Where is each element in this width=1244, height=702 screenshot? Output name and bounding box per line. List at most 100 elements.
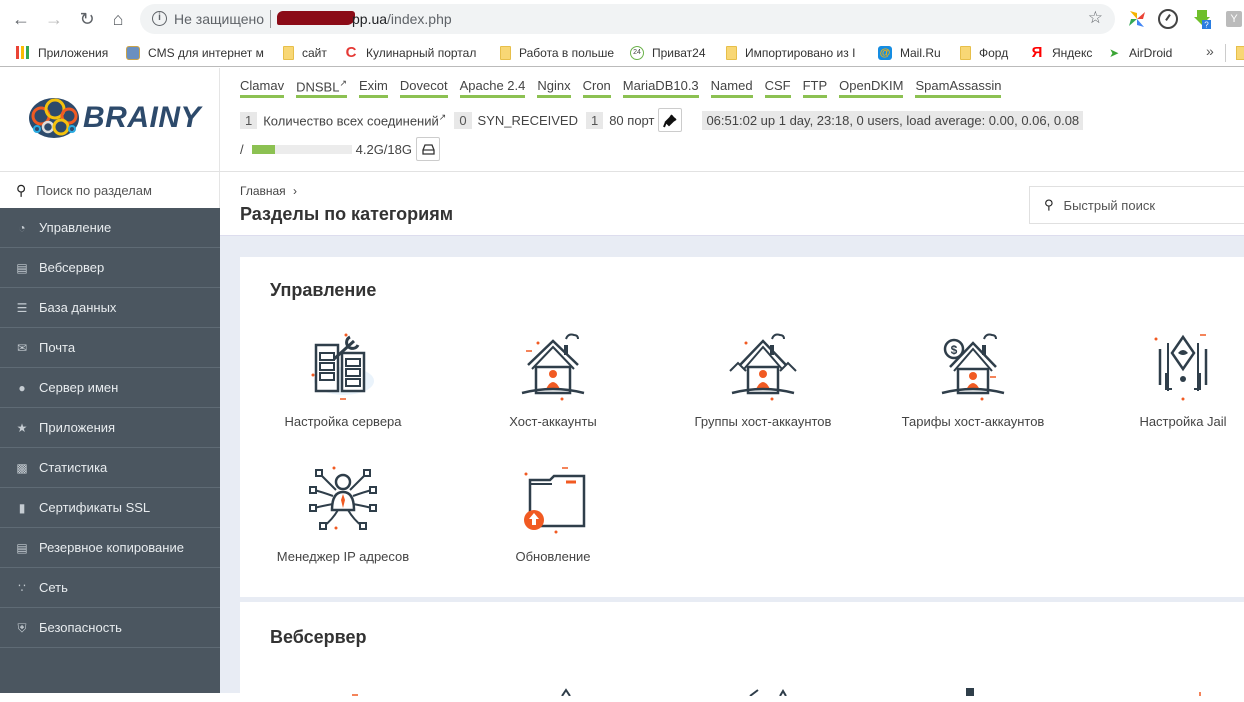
- url-text: pp.ua/index.php: [352, 11, 452, 27]
- sidebar-item-mail[interactable]: ✉ Почта: [0, 328, 220, 368]
- tile-jail-settings[interactable]: Настройка Jail: [1083, 329, 1244, 449]
- bookmark-star-icon[interactable]: ☆: [1088, 8, 1103, 28]
- plug-button[interactable]: [658, 108, 683, 132]
- sidebar-item-ssl[interactable]: ▮ Сертификаты SSL: [0, 488, 220, 528]
- bar-chart-icon: ▩: [16, 460, 28, 475]
- tile-host-accounts[interactable]: Хост-аккаунты: [453, 329, 653, 449]
- folder-icon: [960, 45, 971, 60]
- shield-icon: ⛨: [17, 620, 27, 635]
- update-folder-icon: [524, 467, 586, 534]
- tile-server-settings[interactable]: Настройка сервера: [243, 329, 443, 449]
- pinwheel-extension-icon[interactable]: [1127, 9, 1147, 29]
- service-link-mariadb[interactable]: MariaDB10.3: [622, 78, 699, 99]
- sidebar-item-backup[interactable]: ▤ Резервное копирование: [0, 528, 220, 568]
- y-extension-icon[interactable]: Y: [1226, 11, 1242, 27]
- sidebar-item-statistics[interactable]: ▩ Статистика: [0, 448, 220, 488]
- host-account-groups-icon: [729, 333, 797, 401]
- airdroid-icon: ➤: [1108, 45, 1120, 60]
- bookmark-site[interactable]: сайт: [283, 44, 327, 61]
- sidebar-item-nameserver[interactable]: ● Сервер имен: [0, 368, 220, 408]
- disk-usage-fill: [251, 144, 275, 154]
- syn-count: 0: [454, 111, 472, 129]
- sidebar-search-input[interactable]: ⚲ Поиск по разделам: [0, 172, 220, 208]
- back-arrow-icon[interactable]: ←: [10, 8, 32, 30]
- security-status: Не защищено: [174, 11, 264, 27]
- bookmark-ford[interactable]: Форд: [960, 44, 1008, 61]
- lock-icon: ▮: [18, 500, 26, 515]
- sidebar-item-label: Почта: [39, 340, 76, 355]
- disk-button[interactable]: [416, 137, 440, 161]
- bookmark-label: Приват24: [652, 45, 706, 60]
- port80-count: 1: [585, 111, 604, 129]
- breadcrumb-separator: ›: [293, 184, 298, 198]
- download-extension-icon[interactable]: ?: [1192, 9, 1212, 29]
- address-bar[interactable]: i Не защищено pp.ua/index.php ☆: [140, 4, 1115, 34]
- speedometer-extension-icon[interactable]: [1158, 9, 1178, 29]
- browser-toolbar: ← → ↻ ⌂ i Не защищено pp.ua/index.php ☆ …: [0, 0, 1244, 38]
- bookmark-imported[interactable]: Импортировано из I: [726, 44, 855, 61]
- connections-label: Количество всех соединений: [263, 113, 439, 129]
- info-icon[interactable]: i: [152, 11, 167, 26]
- bookmarks-divider: [1225, 44, 1226, 62]
- section-title: Вебсервер: [270, 627, 367, 647]
- sidebar-item-security[interactable]: ⛨ Безопасность: [0, 608, 220, 648]
- bookmarks-bar: Приложения CMS для интернет м сайт C Кули…: [0, 38, 1244, 67]
- bookmark-privat24[interactable]: 24 Приват24: [630, 44, 706, 61]
- dashboard-icon: ◔: [18, 220, 26, 235]
- folder-icon[interactable]: [1236, 46, 1244, 60]
- service-link-named[interactable]: Named: [710, 78, 753, 99]
- bookmark-cooking[interactable]: C Кулинарный портал: [344, 44, 477, 61]
- svg-text:$: $: [951, 343, 958, 357]
- jail-settings-icon: [1154, 334, 1208, 401]
- sidebar-item-management[interactable]: ◔ Управление: [0, 208, 220, 248]
- redacted-host: [277, 11, 355, 25]
- tile-update[interactable]: Обновление: [453, 464, 653, 584]
- bookmark-label: Кулинарный портал: [366, 45, 477, 60]
- breadcrumb-home[interactable]: Главная: [240, 184, 286, 198]
- bookmark-yandex[interactable]: Я Яндекс: [1030, 43, 1093, 61]
- tile-host-account-tariffs[interactable]: $ Тарифы хост-аккаунтов: [873, 329, 1073, 449]
- quick-search-input[interactable]: ⚲ Быстрый поиск: [1029, 186, 1244, 224]
- service-link-clamav[interactable]: Clamav: [240, 78, 285, 99]
- service-link-opendkim[interactable]: OpenDKIM: [839, 78, 904, 99]
- sidebar-item-webserver[interactable]: ▤ Вебсервер: [0, 248, 220, 288]
- bookmark-airdroid[interactable]: ➤ AirDroid: [1107, 44, 1172, 61]
- bookmark-apps[interactable]: Приложения: [16, 44, 108, 61]
- sidebar-item-label: Вебсервер: [39, 260, 105, 275]
- service-link-exim[interactable]: Exim: [358, 78, 388, 99]
- envelope-icon: ✉: [16, 340, 28, 355]
- sidebar-item-network[interactable]: ∵ Сеть: [0, 568, 220, 608]
- tile-ip-manager[interactable]: Менеджер IP адресов: [243, 464, 443, 584]
- sidebar-item-label: Приложения: [39, 420, 116, 435]
- svg-text:?: ?: [1204, 21, 1209, 30]
- yandex-icon: Я: [1031, 43, 1043, 61]
- forward-arrow-icon[interactable]: →: [43, 8, 65, 30]
- search-icon: ⚲: [16, 181, 27, 198]
- hdd-icon: [421, 144, 435, 155]
- sidebar-item-database[interactable]: ☰ База данных: [0, 288, 220, 328]
- tile-label: Группы хост-аккаунтов: [694, 414, 832, 429]
- service-link-dovecot[interactable]: Dovecot: [399, 78, 448, 99]
- brainy-logo[interactable]: BRAINY: [0, 68, 220, 171]
- bookmark-poland-jobs[interactable]: Работа в польше: [500, 44, 614, 61]
- bookmark-label: AirDroid: [1129, 45, 1173, 60]
- service-link-nginx[interactable]: Nginx: [537, 78, 571, 99]
- service-link-cron[interactable]: Cron: [582, 78, 611, 99]
- reload-icon[interactable]: ↻: [76, 8, 98, 30]
- tile-host-account-groups[interactable]: Группы хост-аккаунтов: [663, 329, 863, 449]
- connections-link[interactable]: Количество всех соединений↗: [263, 112, 446, 128]
- page-title: Разделы по категориям: [240, 204, 454, 224]
- service-link-csf[interactable]: CSF: [764, 78, 791, 99]
- service-link-spamassassin[interactable]: SpamAssassin: [915, 78, 1002, 99]
- bookmark-mailru[interactable]: @ Mail.Ru: [878, 44, 941, 61]
- service-link-dnsbl[interactable]: DNSBL↗: [296, 78, 347, 99]
- star-icon: ★: [16, 420, 28, 435]
- bookmarks-overflow-button[interactable]: »: [1206, 43, 1214, 59]
- quick-search-placeholder: Быстрый поиск: [1063, 197, 1156, 213]
- sidebar-item-applications[interactable]: ★ Приложения: [0, 408, 220, 448]
- service-link-ftp[interactable]: FTP: [802, 78, 828, 99]
- bookmark-cms[interactable]: CMS для интернет м: [126, 44, 264, 61]
- home-icon[interactable]: ⌂: [107, 8, 129, 30]
- service-link-apache[interactable]: Apache 2.4: [459, 78, 526, 99]
- sidebar-item-label: Сертификаты SSL: [39, 500, 151, 515]
